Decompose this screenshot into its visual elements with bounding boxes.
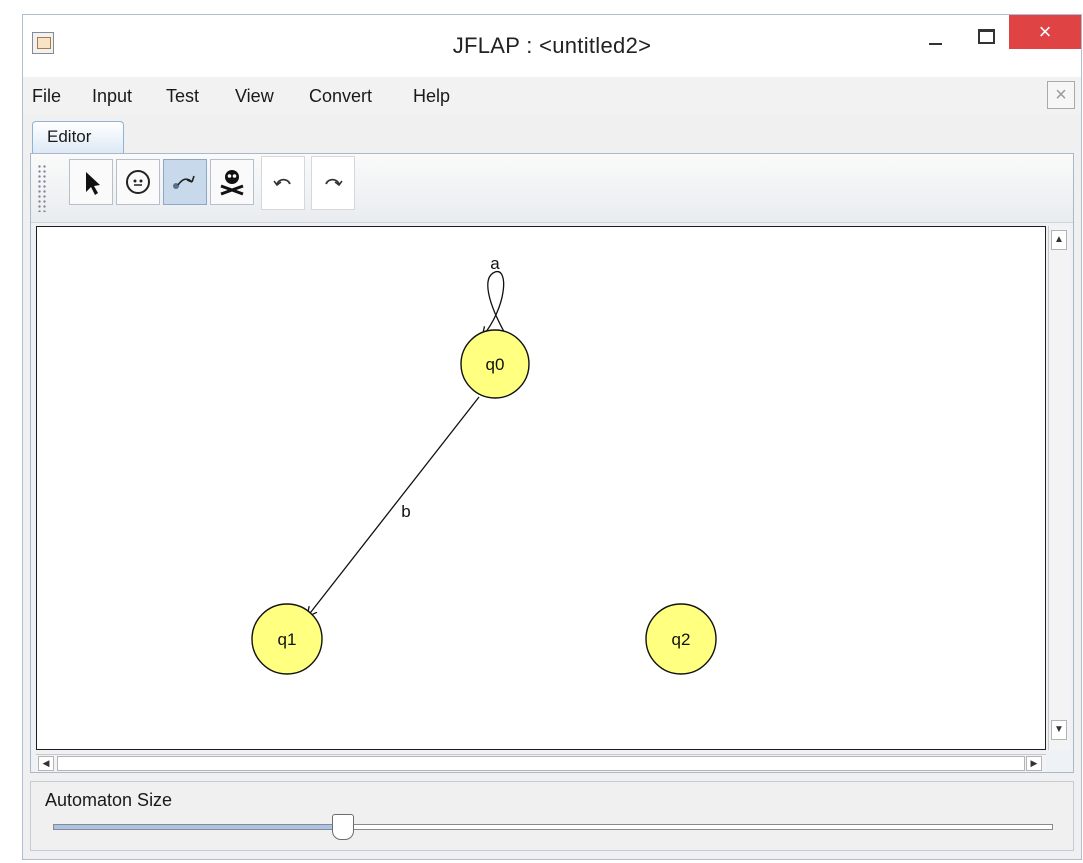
editor-panel: a b q0 q1 q2 ▲ ▼ ◀ ▶ — [30, 153, 1074, 773]
automaton-canvas[interactable]: a b q0 q1 q2 — [36, 226, 1046, 750]
transition-label-q0-q1[interactable]: b — [401, 502, 410, 521]
transition-arrow-icon — [173, 175, 195, 189]
menu-convert[interactable]: Convert — [309, 86, 372, 107]
scroll-left-button[interactable]: ◀ — [38, 756, 54, 771]
undo-icon — [273, 178, 291, 187]
state-q0[interactable]: q0 — [460, 329, 530, 399]
menu-bar: File Input Test View Convert Help × — [23, 77, 1081, 115]
state-label-q2: q2 — [672, 630, 691, 649]
deleter-tool-button[interactable] — [210, 159, 254, 205]
menu-input[interactable]: Input — [92, 86, 132, 107]
redo-icon — [325, 178, 343, 187]
transition-creator-tool-button[interactable] — [163, 159, 207, 205]
tab-strip: Editor — [23, 115, 1081, 155]
state-q2[interactable]: q2 — [645, 603, 717, 675]
scroll-up-button[interactable]: ▲ — [1051, 230, 1067, 250]
automaton-diagram: a b q0 q1 q2 — [251, 254, 717, 675]
close-tab-button[interactable]: × — [1047, 81, 1075, 109]
editor-toolbar — [31, 154, 1073, 223]
state-circle-icon — [126, 170, 150, 194]
attribute-editor-tool-button[interactable] — [69, 159, 113, 205]
close-button[interactable]: × — [1009, 15, 1081, 49]
arrow-cursor-icon — [86, 172, 100, 195]
menu-view[interactable]: View — [235, 86, 274, 107]
horizontal-scrollbar[interactable]: ◀ ▶ — [36, 754, 1046, 772]
state-creator-tool-button[interactable] — [116, 159, 160, 205]
title-bar[interactable]: JFLAP : <untitled2> × — [23, 15, 1081, 78]
automaton-size-label: Automaton Size — [45, 790, 173, 810]
state-label-q1: q1 — [278, 630, 297, 649]
tab-editor-label: Editor — [47, 127, 92, 146]
undo-button[interactable] — [261, 156, 305, 210]
state-q1[interactable]: q1 — [251, 603, 323, 675]
state-label-q0: q0 — [486, 355, 505, 374]
maximize-button[interactable] — [963, 15, 1009, 49]
toolbar-grip[interactable] — [37, 164, 47, 212]
tab-editor[interactable]: Editor — [32, 121, 124, 153]
transition-label-q0-q0[interactable]: a — [490, 254, 500, 273]
menu-help[interactable]: Help — [413, 86, 450, 107]
menu-test[interactable]: Test — [166, 86, 199, 107]
automaton-size-slider-fill — [54, 825, 344, 829]
scroll-down-button[interactable]: ▼ — [1051, 720, 1067, 740]
automaton-size-slider-track[interactable] — [53, 824, 1053, 830]
automaton-size-slider-thumb[interactable] — [332, 814, 354, 840]
jflap-window: JFLAP : <untitled2> × File Input Test Vi… — [22, 14, 1082, 860]
redo-button[interactable] — [311, 156, 355, 210]
minimize-button[interactable] — [911, 15, 957, 49]
automaton-size-panel: Automaton Size — [30, 781, 1074, 851]
vertical-scrollbar[interactable]: ▲ ▼ — [1048, 226, 1070, 750]
horizontal-scroll-thumb[interactable] — [57, 756, 1025, 771]
transition-q0-q1[interactable] — [307, 396, 480, 617]
skull-crossbones-icon — [220, 170, 244, 196]
transition-q0-q0[interactable] — [482, 271, 508, 337]
scroll-right-button[interactable]: ▶ — [1026, 756, 1042, 771]
menu-file[interactable]: File — [32, 86, 61, 107]
